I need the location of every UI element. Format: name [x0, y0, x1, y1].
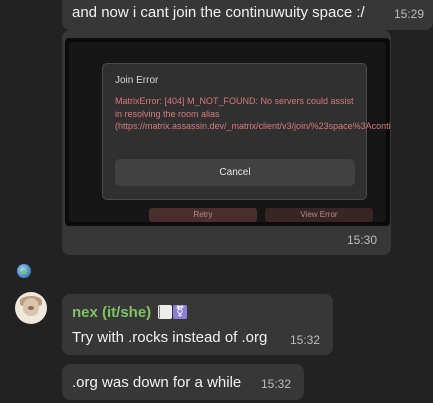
transgender-symbol-icon: ⚧: [173, 305, 187, 319]
message-bubble[interactable]: nex (it/she) ⚧ Try with .rocks instead o…: [62, 294, 333, 355]
screenshot-view-error-button: View Error: [265, 208, 373, 222]
message-bubble[interactable]: and now i cant join the continuwuity spa…: [62, 0, 433, 30]
screenshot-retry-button: Retry: [149, 208, 257, 222]
dialog-cancel-button: Cancel: [115, 159, 355, 186]
message-timestamp: 15:29: [394, 7, 425, 21]
dialog-error-text: MatrixError: [404] M_NOT_FOUND: No serve…: [115, 96, 390, 131]
message-timestamp: 15:30: [347, 233, 378, 247]
message-text: .org was down for a while: [72, 374, 242, 391]
message-timestamp: 15:32: [261, 377, 292, 391]
message-text: Try with .rocks instead of .org: [72, 329, 268, 346]
dialog-title: Join Error: [115, 75, 159, 86]
sender-name[interactable]: nex (it/she): [72, 304, 151, 321]
avatar[interactable]: [15, 292, 47, 324]
message-text: and now i cant join the continuwuity spa…: [72, 4, 365, 21]
read-receipt-avatar[interactable]: [17, 264, 31, 278]
join-error-dialog: Join Error MatrixError: [404] M_NOT_FOUN…: [102, 63, 390, 200]
image-message-bubble[interactable]: Retry View Error Join Error MatrixError:…: [62, 30, 391, 255]
message-timestamp: 15:32: [290, 333, 321, 347]
white-flag-icon: [158, 305, 172, 319]
message-bubble[interactable]: .org was down for a while 15:32: [62, 364, 304, 400]
screenshot-attachment[interactable]: Retry View Error Join Error MatrixError:…: [65, 38, 390, 226]
